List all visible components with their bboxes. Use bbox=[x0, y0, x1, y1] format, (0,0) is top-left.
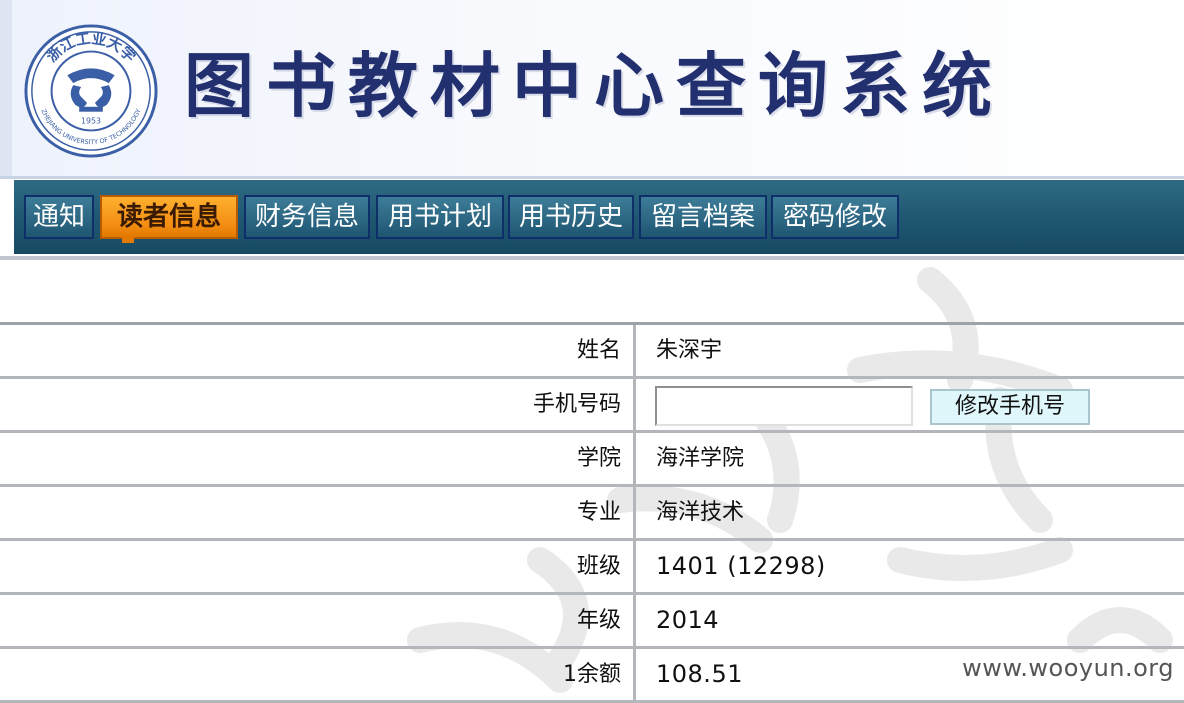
grade-label: 年级 bbox=[0, 595, 636, 646]
nav-item-message-archive[interactable]: 留言档案 bbox=[639, 195, 767, 239]
nav-item-reader-info[interactable]: 读者信息 bbox=[100, 195, 238, 243]
nav-item-book-history[interactable]: 用书历史 bbox=[508, 195, 634, 239]
grade-value: 2014 bbox=[656, 606, 720, 634]
header-divider bbox=[0, 176, 1184, 179]
nav-item-password-change[interactable]: 密码修改 bbox=[771, 195, 899, 239]
reader-info-table: 姓名 朱深宇 手机号码 修改手机号 学院 海洋学院 专业 海洋技术 班级 140… bbox=[0, 322, 1184, 703]
header-banner: 浙江工业大学 ZHEJIANG UNIVERSITY OF TECHNOLOGY… bbox=[0, 0, 1184, 176]
nav-item-book-plan[interactable]: 用书计划 bbox=[376, 195, 504, 239]
college-label: 学院 bbox=[0, 433, 636, 484]
table-row: 学院 海洋学院 bbox=[0, 433, 1184, 487]
university-logo-icon: 浙江工业大学 ZHEJIANG UNIVERSITY OF TECHNOLOGY… bbox=[24, 24, 158, 158]
class-label: 班级 bbox=[0, 541, 636, 592]
table-row: 班级 1401 (12298) bbox=[0, 541, 1184, 595]
major-value: 海洋技术 bbox=[656, 500, 745, 525]
name-value: 朱深宇 bbox=[656, 338, 723, 363]
nav-divider bbox=[0, 256, 1184, 260]
table-row: 姓名 朱深宇 bbox=[0, 325, 1184, 379]
phone-label: 手机号码 bbox=[0, 379, 636, 430]
major-label: 专业 bbox=[0, 487, 636, 538]
phone-input[interactable] bbox=[655, 386, 913, 426]
modify-phone-button[interactable]: 修改手机号 bbox=[930, 389, 1090, 425]
site-title: 图书教材中心查询系统 bbox=[184, 44, 1004, 127]
name-label: 姓名 bbox=[0, 325, 636, 376]
class-value: 1401 (12298) bbox=[656, 552, 826, 580]
table-row: 专业 海洋技术 bbox=[0, 487, 1184, 541]
college-value: 海洋学院 bbox=[656, 446, 745, 471]
nav-item-notice[interactable]: 通知 bbox=[24, 195, 94, 239]
table-row: 年级 2014 bbox=[0, 595, 1184, 649]
wooyun-watermark-text: www.wooyun.org bbox=[962, 654, 1174, 682]
balance-value: 108.51 bbox=[656, 660, 743, 688]
nav-item-finance-info[interactable]: 财务信息 bbox=[244, 195, 370, 239]
balance-label: 1余额 bbox=[0, 649, 636, 700]
table-row: 手机号码 修改手机号 bbox=[0, 379, 1184, 433]
main-nav: 通知 读者信息 财务信息 用书计划 用书历史 留言档案 密码修改 bbox=[14, 180, 1184, 254]
logo-year: 1953 bbox=[81, 117, 101, 126]
